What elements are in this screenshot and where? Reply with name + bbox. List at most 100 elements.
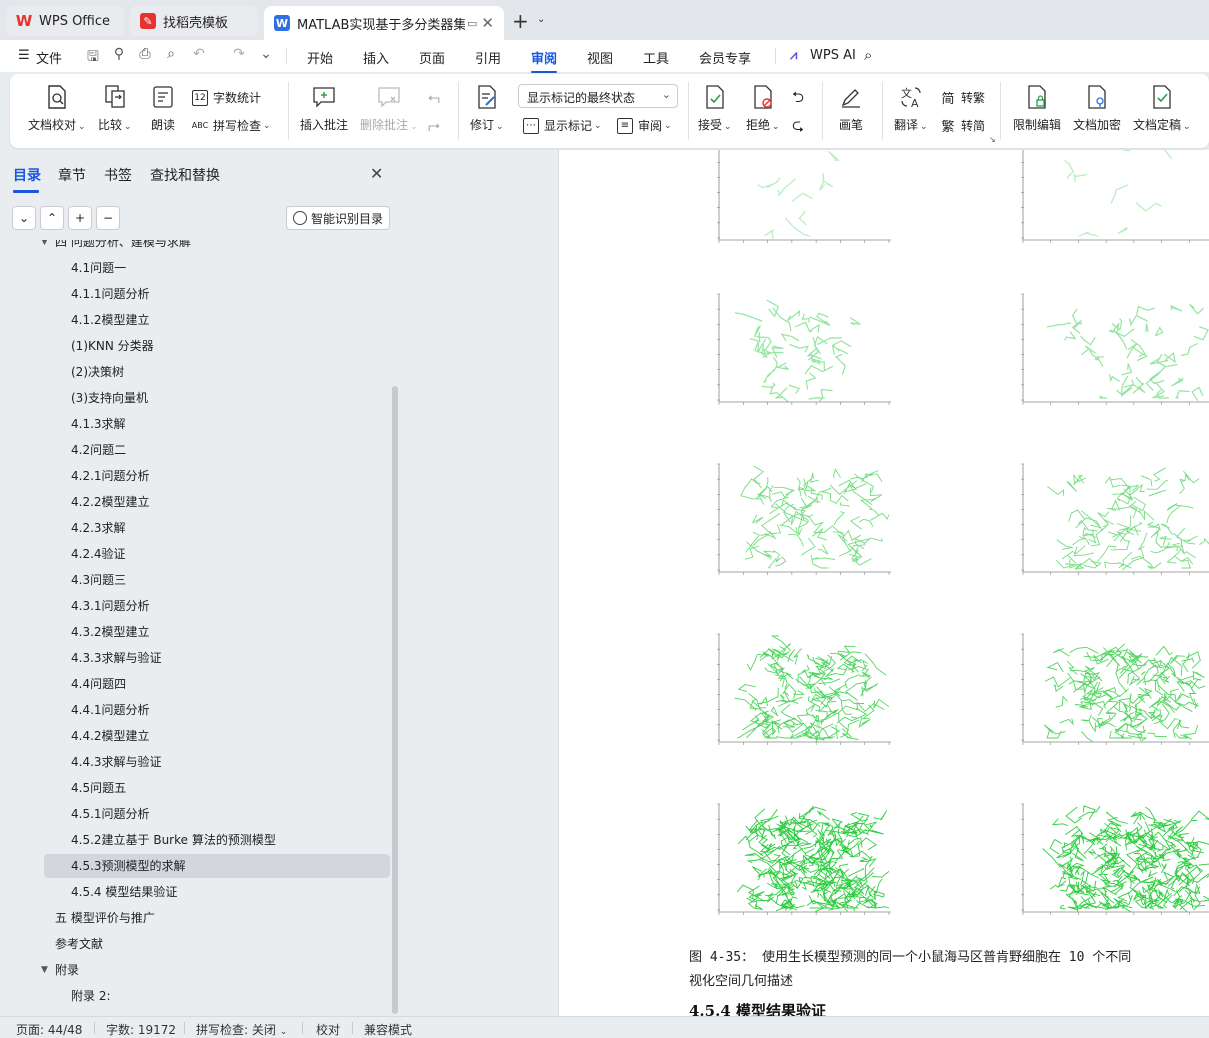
share-icon[interactable]: ⚲: [110, 46, 128, 64]
search-icon[interactable]: ⌕: [864, 46, 872, 64]
toc-item[interactable]: (1)KNN 分类器: [44, 334, 390, 358]
close-tab-icon[interactable]: ✕: [481, 14, 494, 32]
toc-item[interactable]: 4.4.2模型建立: [44, 724, 390, 748]
word-count-button[interactable]: 12 字数统计: [192, 89, 261, 106]
insert-comment-button[interactable]: 插入批注: [300, 84, 348, 133]
tab-sections[interactable]: 章节: [58, 165, 86, 185]
reject-button[interactable]: 拒绝 ⌄: [746, 84, 780, 133]
chevron-down-icon[interactable]: ⌄: [257, 46, 275, 64]
tab-toc[interactable]: 目录: [13, 165, 41, 193]
page-indicator[interactable]: 页面: 44/48: [16, 1021, 82, 1038]
show-markup-button[interactable]: ⋯ 显示标记 ⌄: [523, 117, 602, 134]
toc-item[interactable]: 4.1问题一: [44, 256, 390, 280]
toc-item[interactable]: 4.5.3预测模型的求解: [44, 854, 390, 878]
hamburger-icon[interactable]: ☰: [18, 48, 30, 63]
smart-toc-button[interactable]: 智能识别目录: [286, 206, 390, 230]
toc-item[interactable]: 4.2.3求解: [44, 516, 390, 540]
close-pane-icon[interactable]: ✕: [370, 164, 383, 183]
menu-wps-ai[interactable]: WPS AI: [810, 48, 856, 63]
toc-item[interactable]: 4.4.3求解与验证: [44, 750, 390, 774]
toc-item[interactable]: ▼ 四 问题分析、建模与求解: [41, 240, 390, 254]
compare-button[interactable]: 比较 ⌄: [98, 84, 132, 133]
menu-file[interactable]: 文件: [36, 48, 62, 67]
spell-check-button[interactable]: ABC 拼写检查 ⌄: [192, 117, 271, 134]
doc-proofread-button[interactable]: 文档校对 ⌄: [28, 84, 86, 133]
translate-button[interactable]: 文A 翻译 ⌄: [894, 84, 928, 133]
toc-item[interactable]: 4.2.1问题分析: [44, 464, 390, 488]
tab-current-document[interactable]: W MATLAB实现基于多分类器集 ▭ ✕: [264, 6, 504, 40]
toc-item[interactable]: 4.3.1问题分析: [44, 594, 390, 618]
track-changes-button[interactable]: 修订 ⌄: [470, 84, 504, 133]
toc-item[interactable]: 4.5.4 模型结果验证: [44, 880, 390, 904]
ink-button[interactable]: 画笔: [838, 84, 864, 133]
print-icon[interactable]: ⎙: [136, 46, 154, 64]
accept-button[interactable]: 接受 ⌄: [698, 84, 732, 133]
chevron-down-icon[interactable]: ⌄: [537, 14, 545, 25]
save-icon[interactable]: 🖫: [84, 46, 102, 65]
menu-tools[interactable]: 工具: [643, 48, 669, 67]
spell-check-status[interactable]: 拼写检查: 关闭 ⌄: [196, 1021, 287, 1038]
toc-item[interactable]: 4.4问题四: [44, 672, 390, 696]
to-traditional-button[interactable]: 简 转繁: [940, 89, 985, 107]
redo-icon[interactable]: ↷: [230, 46, 248, 64]
toc-item[interactable]: 4.1.3求解: [44, 412, 390, 436]
print-preview-icon[interactable]: ⌕: [162, 46, 180, 64]
menu-review[interactable]: 审阅: [531, 48, 558, 73]
proofread-status[interactable]: 校对: [316, 1021, 340, 1038]
restrict-edit-button[interactable]: 限制编辑: [1013, 84, 1061, 133]
toc-item[interactable]: 4.2问题二: [44, 438, 390, 462]
menu-view[interactable]: 视图: [587, 48, 613, 67]
toc-item-label: 附录 2:: [71, 989, 111, 1003]
tab-wps-office[interactable]: W WPS Office: [6, 6, 124, 36]
tab-bookmarks[interactable]: 书签: [104, 165, 132, 185]
toc-item[interactable]: (2)决策树: [44, 360, 390, 384]
read-aloud-button[interactable]: 朗读: [150, 84, 176, 133]
previous-comment-icon[interactable]: ⮢: [428, 88, 440, 106]
toc-item[interactable]: 4.3.3求解与验证: [44, 646, 390, 670]
toc-item[interactable]: 五 模型评价与推广: [44, 906, 390, 930]
toc-item[interactable]: 4.5问题五: [44, 776, 390, 800]
remove-heading-button[interactable]: −: [96, 206, 120, 230]
compat-mode-status[interactable]: 兼容模式: [364, 1021, 412, 1038]
menu-start[interactable]: 开始: [307, 48, 333, 67]
toc-item[interactable]: 4.3.2模型建立: [44, 620, 390, 644]
next-comment-icon[interactable]: ⮣: [428, 116, 440, 134]
new-tab-icon[interactable]: +: [512, 9, 529, 33]
review-pane-button[interactable]: ≡ 审阅 ⌄: [617, 117, 672, 134]
expand-triangle-icon[interactable]: ▼: [41, 240, 48, 254]
delete-comment-button[interactable]: 删除批注 ⌄: [360, 84, 418, 133]
collapse-all-button[interactable]: ⌄: [12, 206, 36, 230]
toc-item[interactable]: 附录 2:: [44, 984, 390, 1008]
tab-docer[interactable]: ✎ 找稻壳模板: [130, 6, 258, 36]
markup-view-select[interactable]: 显示标记的最终状态 ⌄: [518, 84, 678, 108]
toc-item[interactable]: 4.2.4验证: [44, 542, 390, 566]
toc-item[interactable]: 4.5.2建立基于 Burke 算法的预测模型: [44, 828, 390, 852]
menu-page[interactable]: 页面: [419, 48, 445, 67]
toc-item[interactable]: 参考文献: [44, 932, 390, 956]
expand-triangle-icon[interactable]: ▼: [41, 958, 48, 982]
menu-references[interactable]: 引用: [475, 48, 501, 67]
toc-item[interactable]: (3)支持向量机: [44, 386, 390, 410]
toc-item[interactable]: 4.1.1问题分析: [44, 282, 390, 306]
toc-item[interactable]: 4.3问题三: [44, 568, 390, 592]
menu-insert[interactable]: 插入: [363, 48, 389, 67]
to-simplified-button[interactable]: 繁 转简: [940, 117, 985, 135]
tab-find-replace[interactable]: 查找和替换: [150, 165, 220, 185]
toc-item[interactable]: 4.2.2模型建立: [44, 490, 390, 514]
document-page[interactable]: 图 4-35： 使用生长模型预测的同一个小鼠海马区普肯野细胞在 10 个不同 视…: [558, 150, 1209, 1016]
menu-member[interactable]: 会员专享: [699, 48, 751, 67]
toc-scrollbar[interactable]: [392, 386, 398, 1014]
previous-change-icon[interactable]: ⮌: [792, 87, 804, 112]
next-change-icon[interactable]: ⮎: [792, 115, 804, 140]
toc-item[interactable]: 4.1.2模型建立: [44, 308, 390, 332]
expand-dialog-icon[interactable]: ↘: [989, 135, 996, 144]
add-heading-button[interactable]: +: [68, 206, 92, 230]
toc-item[interactable]: ▼ 附录: [41, 958, 390, 982]
undo-icon[interactable]: ↶: [190, 46, 208, 64]
word-count-status[interactable]: 字数: 19172: [106, 1021, 176, 1038]
expand-up-button[interactable]: ⌃: [40, 206, 64, 230]
toc-item[interactable]: 4.5.1问题分析: [44, 802, 390, 826]
finalize-button[interactable]: 文档定稿 ⌄: [1133, 84, 1191, 133]
toc-item[interactable]: 4.4.1问题分析: [44, 698, 390, 722]
encrypt-button[interactable]: 文档加密: [1073, 84, 1121, 133]
